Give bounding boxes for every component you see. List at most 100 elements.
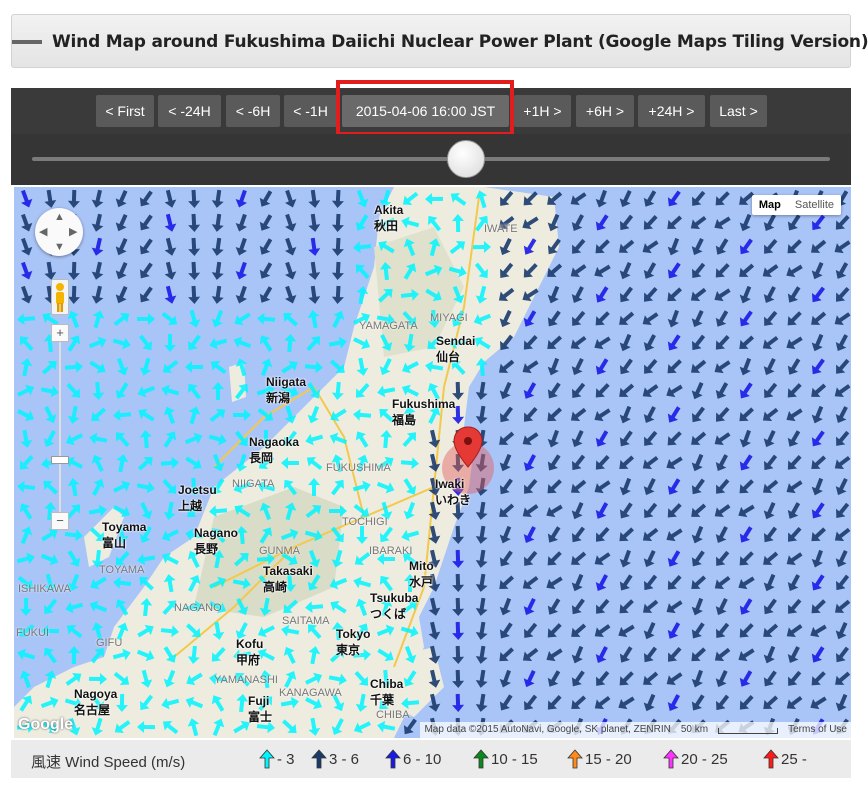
wind-arrow bbox=[475, 573, 488, 592]
wind-arrow bbox=[19, 336, 34, 352]
time-slider-track[interactable] bbox=[32, 157, 830, 161]
plus-1h-button[interactable]: +1H > bbox=[514, 95, 571, 127]
last-button[interactable]: Last > bbox=[710, 95, 767, 127]
wind-arrow bbox=[259, 214, 273, 231]
wind-arrow bbox=[619, 574, 633, 591]
wind-arrow bbox=[835, 262, 849, 279]
legend-item: 20 - 25 bbox=[663, 749, 728, 769]
wind-arrow bbox=[115, 382, 129, 399]
wind-arrow bbox=[259, 286, 273, 303]
wind-arrow bbox=[571, 623, 587, 637]
region-label: GIFU bbox=[96, 637, 123, 649]
wind-arrow bbox=[716, 694, 730, 711]
wind-arrow bbox=[136, 481, 155, 494]
wind-arrow bbox=[739, 670, 753, 687]
plus-6h-button[interactable]: +6H > bbox=[576, 95, 634, 127]
wind-arrow bbox=[834, 527, 851, 541]
wind-arrow bbox=[92, 478, 105, 496]
wind-arrow bbox=[571, 358, 584, 376]
pan-down-icon[interactable]: ▼ bbox=[54, 242, 65, 253]
time-slider-handle[interactable] bbox=[447, 140, 485, 178]
wind-arrow bbox=[667, 694, 680, 711]
zoom-out-button[interactable]: − bbox=[51, 512, 69, 530]
minus-6h-button[interactable]: < -6H bbox=[226, 95, 280, 127]
wind-arrow bbox=[596, 670, 610, 686]
wind-arrow bbox=[811, 477, 824, 496]
wind-arrow bbox=[164, 261, 177, 280]
wind-arrow bbox=[787, 311, 802, 326]
pan-control[interactable]: ▲ ▼ ◀ ▶ bbox=[35, 208, 83, 256]
minus-24h-button[interactable]: < -24H bbox=[158, 95, 221, 127]
zoom-slider-handle[interactable] bbox=[51, 456, 69, 464]
region-label: YAMAGATA bbox=[359, 320, 418, 332]
wind-arrow bbox=[523, 382, 537, 399]
wind-arrow bbox=[715, 238, 729, 255]
wind-arrow bbox=[499, 597, 512, 616]
wind-arrow bbox=[115, 432, 130, 448]
wind-arrow bbox=[764, 454, 778, 471]
wind-arrow bbox=[667, 215, 683, 230]
wind-arrow bbox=[763, 286, 776, 304]
wind-arrow bbox=[787, 358, 801, 375]
map-type-map-button[interactable]: Map bbox=[752, 195, 788, 215]
wind-arrow bbox=[715, 454, 728, 471]
wind-arrow bbox=[17, 648, 36, 661]
wind-arrow bbox=[257, 312, 276, 325]
wind-arrow bbox=[547, 454, 561, 471]
minus-1h-button[interactable]: < -1H bbox=[284, 95, 337, 127]
pan-up-icon[interactable]: ▲ bbox=[54, 212, 65, 223]
wind-arrow bbox=[690, 215, 707, 229]
terms-of-use-link[interactable]: Terms of Use bbox=[788, 722, 847, 738]
wind-arrow bbox=[714, 432, 731, 446]
wind-arrow bbox=[715, 598, 728, 616]
wind-arrow bbox=[452, 621, 465, 640]
region-label: IWATE bbox=[484, 223, 518, 235]
first-button[interactable]: < First bbox=[96, 95, 154, 127]
zoom-in-button[interactable]: + bbox=[51, 324, 69, 342]
time-slider-bar bbox=[11, 134, 851, 185]
wind-arrow bbox=[739, 598, 753, 615]
wind-arrow bbox=[64, 529, 83, 542]
wind-arrow bbox=[571, 479, 587, 493]
wind-arrow bbox=[547, 357, 560, 376]
wind-arrow bbox=[739, 407, 754, 422]
wind-arrow bbox=[691, 359, 707, 373]
wind-arrow bbox=[113, 313, 130, 327]
wind-arrow bbox=[691, 647, 706, 662]
wind-speed-legend: 風速 Wind Speed (m/s) - 3 3 - 6 6 - 10 10 … bbox=[11, 740, 851, 778]
wind-arrow bbox=[19, 503, 33, 520]
wind-arrow bbox=[304, 361, 323, 374]
wind-arrow bbox=[738, 576, 755, 590]
plus-24h-button[interactable]: +24H > bbox=[638, 95, 705, 127]
wind-arrow bbox=[89, 432, 108, 445]
legend-arrow-icon bbox=[763, 749, 779, 769]
wind-arrow bbox=[594, 336, 611, 350]
pan-right-icon[interactable]: ▶ bbox=[69, 227, 77, 238]
wind-arrow bbox=[89, 360, 106, 374]
region-label: YAMANASHI bbox=[214, 674, 278, 686]
wind-arrow bbox=[17, 409, 35, 422]
pan-left-icon[interactable]: ◀ bbox=[39, 227, 47, 238]
wind-arrow bbox=[571, 598, 585, 615]
wind-map[interactable]: Akita 秋田 IWATE YAMAGATA MIYAGI Sendai 仙台 N… bbox=[14, 187, 851, 738]
wind-arrow bbox=[691, 622, 705, 639]
wind-arrow bbox=[619, 527, 634, 542]
wind-arrow bbox=[547, 429, 559, 448]
wind-arrow bbox=[211, 237, 224, 256]
zoom-track[interactable] bbox=[59, 342, 61, 512]
wind-arrow bbox=[547, 285, 560, 304]
wind-arrow bbox=[65, 601, 84, 614]
wind-arrow bbox=[547, 670, 561, 687]
street-view-pegman-icon[interactable] bbox=[51, 279, 69, 315]
wind-arrow bbox=[666, 528, 683, 542]
legend-item: - 3 bbox=[259, 749, 295, 769]
wind-arrow bbox=[571, 214, 584, 231]
wind-arrow bbox=[835, 621, 848, 640]
wind-arrow bbox=[691, 694, 705, 711]
wind-arrow bbox=[499, 359, 515, 373]
wind-arrow bbox=[715, 669, 728, 688]
map-type-satellite-button[interactable]: Satellite bbox=[788, 195, 841, 215]
wind-arrow bbox=[91, 285, 104, 304]
wind-arrow bbox=[835, 478, 848, 496]
wind-arrow bbox=[452, 525, 465, 544]
